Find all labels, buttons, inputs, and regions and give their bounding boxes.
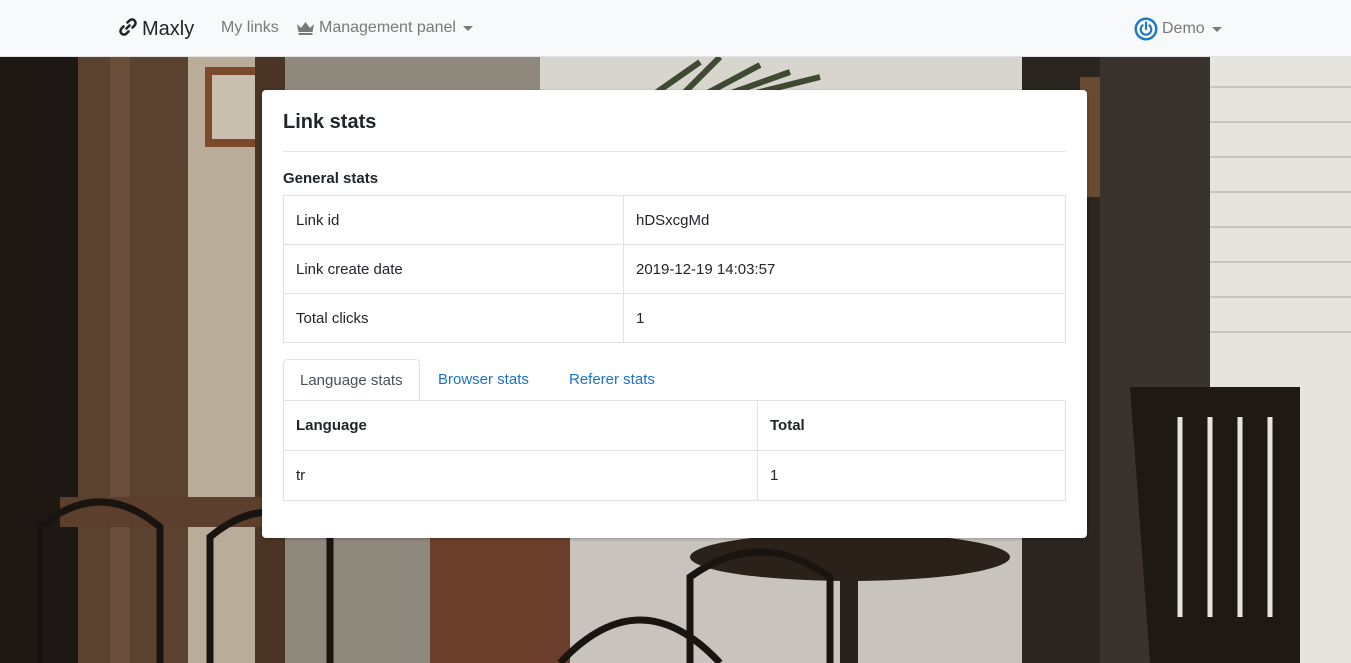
- user-name: Demo: [1162, 20, 1205, 37]
- table-row: tr 1: [283, 450, 1066, 501]
- top-navbar: Maxly My links Management panel Demo: [0, 0, 1351, 57]
- row-label: Total clicks: [283, 293, 624, 343]
- nav-management-panel-label: Management panel: [319, 19, 456, 36]
- table-row: Link id hDSxcgMd: [283, 195, 1066, 245]
- brand-link[interactable]: Maxly: [118, 17, 194, 41]
- tab-referer-stats[interactable]: Referer stats: [553, 359, 671, 401]
- table-header-row: Language Total: [283, 400, 1066, 451]
- row-label: Link id: [283, 195, 624, 245]
- cell-language: tr: [283, 450, 758, 501]
- link-icon: [118, 17, 138, 42]
- row-value: 2019-12-19 14:03:57: [623, 244, 1066, 294]
- link-stats-card: Link stats General stats Link id hDSxcgM…: [262, 90, 1087, 538]
- tab-browser-stats[interactable]: Browser stats: [422, 359, 545, 401]
- chevron-down-icon: [462, 25, 473, 31]
- crown-icon: [296, 21, 315, 35]
- tab-language-stats[interactable]: Language stats: [283, 359, 420, 401]
- power-icon: [1134, 17, 1158, 41]
- chevron-down-icon: [1211, 26, 1222, 32]
- nav-my-links-label: My links: [221, 19, 279, 36]
- column-header-language: Language: [283, 400, 758, 451]
- brand-name: Maxly: [142, 17, 195, 40]
- cell-total: 1: [757, 450, 1066, 501]
- user-menu-dropdown[interactable]: Demo: [1134, 17, 1222, 41]
- title-divider: [283, 151, 1066, 152]
- table-row: Total clicks 1: [283, 293, 1066, 343]
- language-stats-table: Language Total tr 1: [283, 400, 1066, 501]
- general-stats-table: Link id hDSxcgMd Link create date 2019-1…: [283, 195, 1066, 343]
- nav-management-panel-dropdown[interactable]: Management panel: [296, 19, 473, 37]
- row-value: 1: [623, 293, 1066, 343]
- nav-my-links[interactable]: My links: [221, 19, 279, 37]
- row-label: Link create date: [283, 244, 624, 294]
- page-title: Link stats: [283, 111, 377, 133]
- table-row: Link create date 2019-12-19 14:03:57: [283, 244, 1066, 294]
- general-stats-heading: General stats: [283, 170, 379, 187]
- stats-tabs: Language stats Browser stats Referer sta…: [283, 359, 1066, 401]
- row-value: hDSxcgMd: [623, 195, 1066, 245]
- column-header-total: Total: [757, 400, 1066, 451]
